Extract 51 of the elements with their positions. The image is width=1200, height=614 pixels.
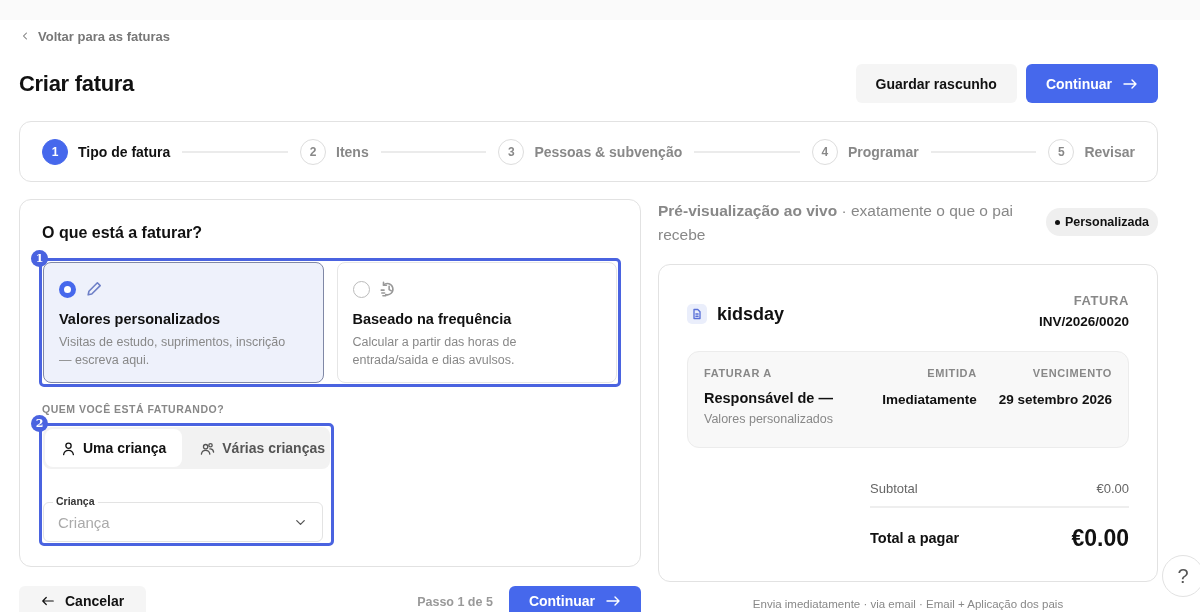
continue-button[interactable]: Continuar [1025,64,1158,103]
step-tab[interactable]: 1 Tipo de fatura [42,138,171,165]
arrow-left-icon [41,594,55,608]
total-value: €0.00 [1071,524,1129,552]
person-icon [61,440,76,456]
invoice-number: INV/2026/0020 [1038,314,1129,329]
column-label: FATURAR A [704,367,773,379]
save-draft-button[interactable]: Guardar rascunho [855,64,1017,103]
column-label: EMITIDA [926,367,977,379]
step-counter: Passo 1 de 5 [417,594,493,609]
annotation-badge: 1 [31,250,48,267]
document-label: FATURA [1072,293,1129,308]
segment-tab[interactable]: Uma criança [45,429,183,467]
people-icon [200,440,216,456]
option-description: Calcular a partir das horas de entrada/saida e dias avulsos. [352,334,518,369]
field-label: Criança [53,495,98,508]
step-tab[interactable]: 4 Programar [811,138,919,165]
recipient-name: Responsável de — [704,390,834,406]
issue-date: Imediatamente [882,392,977,407]
clock-icon [378,280,397,298]
preview-heading: Pré-visualização ao vivo · exatamente o que o pai recebe [658,201,1014,245]
back-link[interactable]: Voltar para as faturas [19,28,170,44]
continue-button[interactable]: Continuar [508,586,641,612]
option-description: Visitas de estudo, suprimentos, inscrição — escreva aqui. [59,334,287,369]
radio-button[interactable] [59,280,76,298]
help-button[interactable]: ? [1162,555,1200,597]
option-title: Baseado na frequência [352,311,513,327]
option-title: Valores personalizados [59,311,222,327]
page-title: Criar fatura [19,70,134,97]
due-date: 29 setembro 2026 [998,392,1112,407]
dot-icon [1054,219,1060,225]
segment-tab[interactable]: Várias crianças [184,427,342,469]
cancel-button[interactable]: Cancelar [19,586,147,612]
total-label: Total a pagar [870,530,960,546]
annotation-badge: 2 [31,415,48,432]
section-label: QUEM VOCÊ ESTÁ FATURANDO? [42,403,226,415]
subtotal-label: Subtotal [870,480,918,496]
document-icon [687,304,707,324]
option-card[interactable]: Valores personalizados Visitas de estudo, suprimentos, inscrição — escreva aqui. [43,262,324,383]
subtotal-value: €0.00 [1096,480,1129,496]
step-tab[interactable]: 2 Itens [300,138,369,165]
delivery-note: Envia imediatamente · via email · Email + Aplicação dos pais [751,598,1065,610]
pencil-icon [85,280,103,298]
section-heading: O que está a faturar? [42,224,204,243]
step-tab[interactable]: 5 Revisar [1048,138,1135,165]
recipient-note: Valores personalizados [704,412,834,426]
column-label: VENCIMENTO [1031,367,1112,379]
brand-name: kidsday [717,303,785,325]
status-badge: Personalizada [1045,208,1158,236]
step-tab[interactable]: 3 Pessoas & subvenção [498,138,683,165]
option-card[interactable]: Baseado na frequência Calcular a partir das horas de entrada/saida e dias avulsos. [336,262,617,383]
